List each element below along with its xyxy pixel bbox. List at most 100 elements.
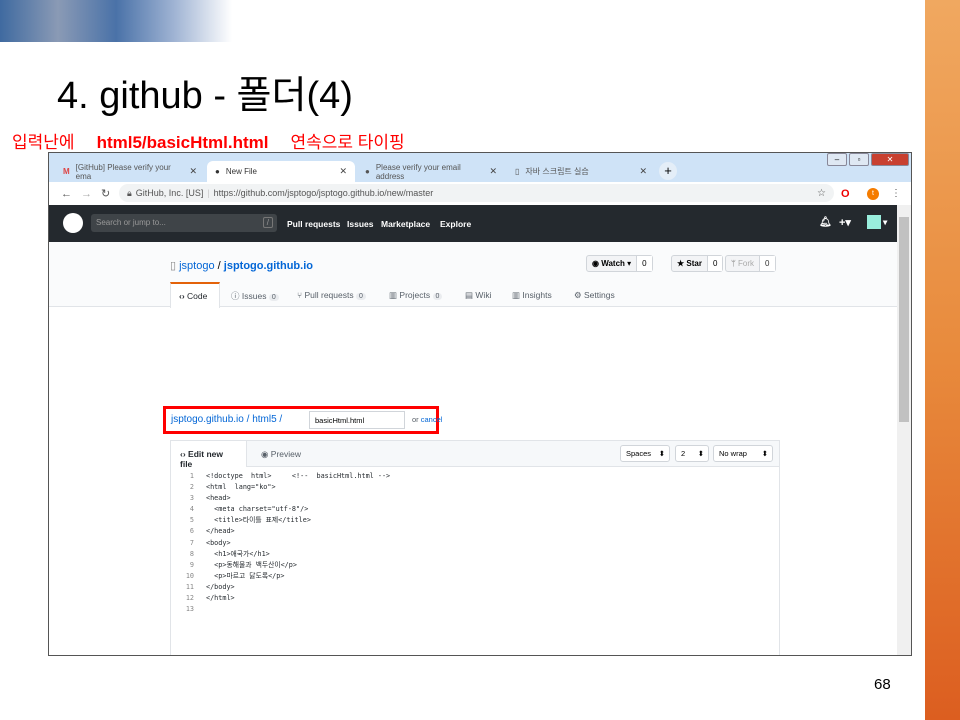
- line-number: 12: [185, 594, 194, 603]
- menu-icon[interactable]: ⋮: [891, 188, 901, 199]
- line-text: <html lang="ko">: [206, 483, 276, 492]
- line-text: <!doctype html> <!-- basicHtml.html -->: [206, 472, 391, 480]
- cancel-link[interactable]: cancel: [421, 415, 443, 424]
- profile-avatar[interactable]: t: [867, 187, 879, 200]
- scrollbar-thumb[interactable]: [899, 217, 909, 422]
- page-number: 68: [874, 676, 891, 693]
- line-text: <title>타이틀 표제</title>: [206, 516, 311, 525]
- code-line: 8 <h1>애국가</h1>: [171, 549, 779, 560]
- line-text: <p>동해물과 백두산이</p>: [206, 560, 297, 569]
- address-bar-row: ← → ↻ 🔒︎ GitHub, Inc. [US] | https://github…: [49, 182, 911, 205]
- search-placeholder: Search or jump to...: [96, 218, 166, 227]
- watch-count[interactable]: 0: [636, 256, 652, 271]
- star-bookmark-icon[interactable]: ☆: [817, 188, 826, 199]
- nav-marketplace[interactable]: Marketplace: [381, 219, 430, 229]
- close-icon[interactable]: ✕: [339, 166, 347, 177]
- close-window-button[interactable]: ✕: [871, 153, 909, 166]
- editor-toolbar: ‹› Edit new file ◉ Preview Spaces ⬍ 2 ⬍ No…: [171, 441, 779, 469]
- forward-icon[interactable]: →: [81, 188, 92, 200]
- tab-pull-requests[interactable]: ⑂ Pull requests 0: [297, 290, 366, 300]
- bell-icon[interactable]: 🔔︎: [819, 217, 832, 228]
- line-text: <p>마르고 닳도록</p>: [206, 571, 285, 580]
- reload-icon[interactable]: ↻: [101, 187, 110, 200]
- edit-tab-label: Edit new file: [180, 449, 223, 469]
- tab-verify-email[interactable]: ● Please verify your email address ✕: [357, 161, 505, 182]
- back-icon[interactable]: ←: [61, 188, 72, 200]
- tab-label: 자바 스크립트 실습: [525, 167, 589, 176]
- close-icon[interactable]: ✕: [639, 166, 647, 177]
- fork-button[interactable]: ᛘ Fork 0: [725, 255, 776, 272]
- tab-new-file[interactable]: ● New File ✕: [207, 161, 355, 182]
- nav-pull-requests[interactable]: Pull requests: [287, 219, 340, 229]
- page-icon: ▯: [515, 167, 520, 176]
- code-line: 3 <head>: [171, 493, 779, 504]
- close-icon[interactable]: ✕: [489, 166, 497, 177]
- github-icon: ●: [365, 167, 370, 176]
- slide-instruction: 입력난에 html5/basicHtml.html 연속으로 타이핑: [12, 128, 405, 153]
- owner-link[interactable]: jsptogo: [179, 260, 214, 272]
- repo-header: ▯ jsptogo / jsptogo.github.io ◉ Watch ▾ 0…: [49, 242, 897, 308]
- chevron-down-icon[interactable]: ▾: [883, 217, 887, 228]
- line-number: 5: [189, 516, 194, 525]
- browser-window: M [GitHub] Please verify your ema ✕ ● New F…: [48, 152, 912, 656]
- user-avatar[interactable]: [867, 215, 881, 229]
- slide-title: 4. github - 폴더(4): [57, 75, 353, 117]
- opera-icon[interactable]: O: [841, 188, 850, 200]
- line-number: 9: [189, 560, 194, 569]
- new-tab-button[interactable]: +: [659, 162, 677, 180]
- star-count[interactable]: 0: [706, 256, 723, 271]
- minimize-button[interactable]: –: [827, 153, 847, 166]
- tab-code[interactable]: ‹› Code: [170, 282, 220, 308]
- github-logo-icon[interactable]: [63, 213, 83, 233]
- tab-gmail[interactable]: M [GitHub] Please verify your ema ✕: [55, 161, 205, 182]
- star-icon: ★: [677, 259, 685, 268]
- github-header: Search or jump to... / Pull requests Issu…: [49, 205, 897, 242]
- repo-title: ▯ jsptogo / jsptogo.github.io: [170, 260, 313, 272]
- repo-link[interactable]: jsptogo.github.io: [224, 260, 313, 272]
- line-text: </body>: [206, 582, 235, 591]
- path-repo-link[interactable]: jsptogo.github.io: [171, 414, 244, 425]
- filename-input[interactable]: basicHtml.html: [309, 411, 405, 429]
- indent-size-select[interactable]: 2 ⬍: [675, 445, 709, 462]
- line-text: <meta charset="utf-8"/>: [206, 505, 309, 514]
- search-input[interactable]: Search or jump to... /: [91, 214, 277, 232]
- file-path-highlight: jsptogo.github.io / html5 / basicHtml.ht…: [163, 406, 442, 434]
- wrap-mode-select[interactable]: No wrap ⬍: [713, 445, 773, 462]
- nav-issues[interactable]: Issues: [347, 219, 373, 229]
- line-text: <head>: [206, 494, 231, 503]
- scrollbar[interactable]: [897, 205, 911, 655]
- url-bar[interactable]: 🔒︎ GitHub, Inc. [US] | https://github.com/j…: [119, 184, 834, 202]
- nav-explore[interactable]: Explore: [440, 219, 471, 229]
- watch-button[interactable]: ◉ Watch ▾ 0: [586, 255, 653, 272]
- star-button[interactable]: ★ Star 0: [671, 255, 724, 272]
- tab-wiki[interactable]: ▤ Wiki: [465, 290, 491, 301]
- fork-count[interactable]: 0: [759, 256, 775, 271]
- code-line: 13: [171, 604, 779, 615]
- fork-icon: ᛘ: [731, 259, 736, 268]
- instruction-pre: 입력난에: [12, 133, 75, 152]
- line-text: </html>: [206, 594, 235, 603]
- close-icon[interactable]: ✕: [189, 166, 197, 177]
- tab-code-label: ‹› Code: [179, 291, 207, 301]
- code-line: 12 </html>: [171, 593, 779, 604]
- indent-mode-select[interactable]: Spaces ⬍: [620, 445, 670, 462]
- code-line: 4 <meta charset="utf-8"/>: [171, 504, 779, 515]
- line-text: </head>: [206, 527, 235, 536]
- tab-insights[interactable]: ▥ Insights: [512, 290, 552, 301]
- tab-javascript[interactable]: ▯ 자바 스크립트 실습 ✕: [507, 161, 655, 182]
- line-text: <body>: [206, 538, 231, 547]
- tab-settings[interactable]: ⚙ Settings: [574, 290, 615, 301]
- code-area[interactable]: 1 <!doctype html> <!-- basicHtml.html -->…: [171, 467, 779, 615]
- window-controls: – ▫ ✕: [827, 153, 909, 166]
- tab-label: New File: [225, 167, 257, 176]
- tab-label: Pull requests: [304, 290, 354, 300]
- create-new-icon[interactable]: +▾: [839, 216, 851, 229]
- preview-tab[interactable]: ◉ Preview: [261, 449, 301, 460]
- tab-projects[interactable]: ▥ Projects 0: [389, 290, 443, 301]
- edit-file-tab[interactable]: ‹› Edit new file: [171, 441, 247, 469]
- path-folder-link[interactable]: html5: [252, 414, 276, 425]
- maximize-button[interactable]: ▫: [849, 153, 869, 166]
- tab-issues[interactable]: ⓘ Issues 0: [231, 290, 279, 302]
- cancel-area: or cancel: [412, 415, 442, 424]
- tab-count: 0: [355, 293, 366, 300]
